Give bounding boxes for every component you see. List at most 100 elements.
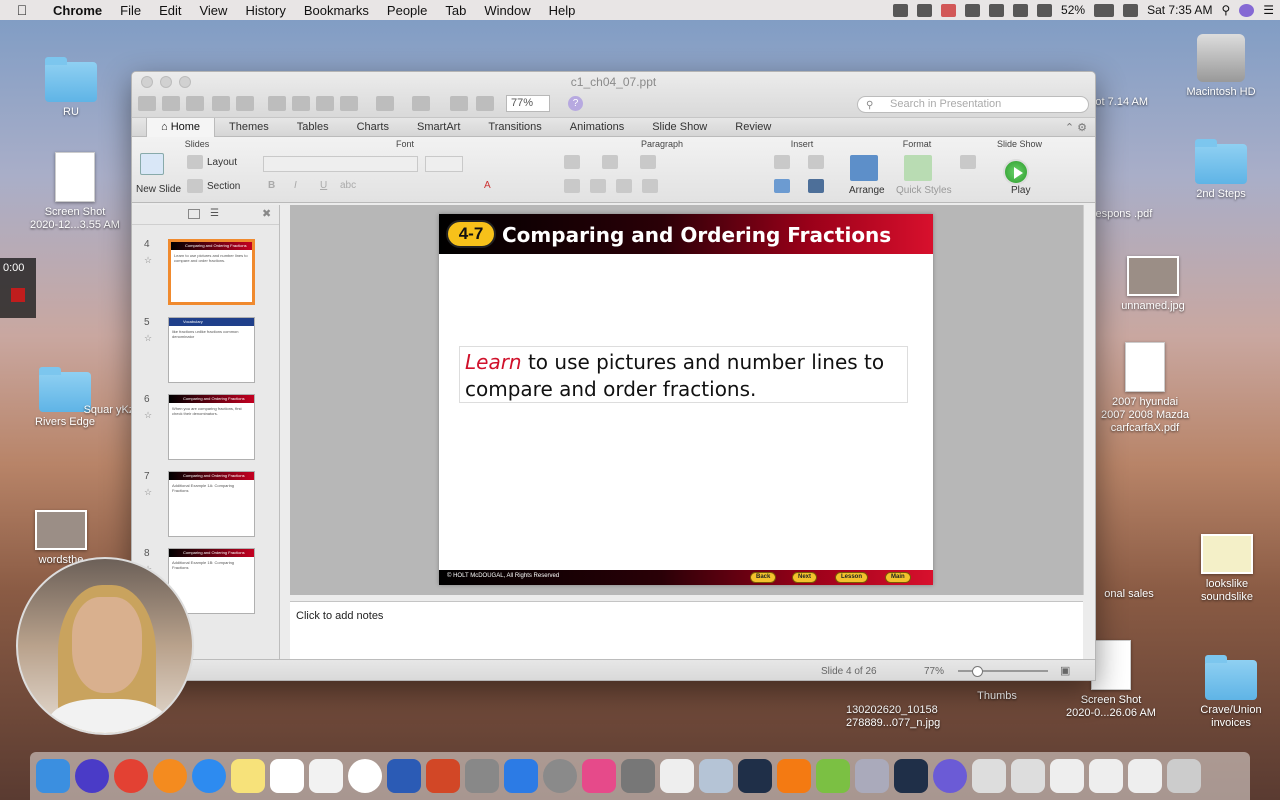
paste-icon[interactable] [316, 96, 334, 111]
templates-icon[interactable] [162, 96, 180, 111]
help-icon[interactable]: ? [568, 96, 583, 111]
zoom-select[interactable]: 77% [506, 95, 550, 112]
new-icon[interactable] [138, 96, 156, 111]
apple-icon[interactable]:  [0, 2, 44, 18]
preview-icon[interactable] [855, 759, 889, 793]
disk-utility-icon[interactable] [699, 759, 733, 793]
utilities-icon[interactable] [465, 759, 499, 793]
play-icon[interactable] [1003, 159, 1029, 185]
menu-people[interactable]: People [378, 3, 436, 18]
close-panel-icon[interactable]: ✖ [262, 207, 271, 220]
fit-window-icon[interactable]: ▣ [1060, 664, 1070, 677]
printer-icon[interactable] [989, 3, 1005, 17]
screen-recorder-icon[interactable] [738, 759, 772, 793]
arrange-button[interactable]: Arrange [849, 185, 885, 196]
vertical-scrollbar[interactable] [1083, 205, 1095, 595]
calendar-icon[interactable] [270, 759, 304, 793]
current-slide[interactable]: 4-7 Comparing and Ordering Fractions Lea… [439, 214, 933, 585]
gear-icon[interactable] [893, 3, 909, 17]
tab-review[interactable]: Review [721, 118, 785, 137]
undo-icon[interactable] [376, 96, 394, 111]
menu-edit[interactable]: Edit [150, 3, 190, 18]
tab-themes[interactable]: Themes [215, 118, 283, 137]
shape-icon[interactable] [808, 155, 824, 169]
indent-icon[interactable] [640, 155, 656, 169]
gear-icon[interactable] [933, 759, 967, 793]
tab-smartart[interactable]: SmartArt [403, 118, 474, 137]
system-preferences-icon[interactable] [621, 759, 655, 793]
bold-icon[interactable]: B [268, 180, 275, 191]
menu-history[interactable]: History [236, 3, 294, 18]
recording-indicator[interactable]: 0:00 [0, 258, 36, 318]
layout-icon[interactable] [187, 155, 203, 169]
photos-icon[interactable] [348, 759, 382, 793]
redo-icon[interactable] [412, 96, 430, 111]
section-button[interactable]: Section [207, 181, 240, 192]
desktop-icon[interactable]: Macintosh HD [1176, 34, 1266, 99]
sidebar-icon[interactable] [476, 96, 494, 111]
fill-icon[interactable] [960, 155, 976, 169]
font-color-icon[interactable]: A [484, 180, 491, 191]
print-icon[interactable] [236, 96, 254, 111]
desktop-icon[interactable]: 2nd Steps [1176, 139, 1266, 201]
recent-window-icon[interactable] [1050, 759, 1084, 793]
siri-icon[interactable] [75, 759, 109, 793]
strikethrough-icon[interactable]: abc [340, 180, 356, 191]
siri-icon[interactable] [1239, 3, 1255, 17]
slide-title[interactable]: Comparing and Ordering Fractions [502, 223, 891, 247]
launchpad-icon[interactable] [543, 759, 577, 793]
recent-window-icon[interactable] [1128, 759, 1162, 793]
menu-window[interactable]: Window [475, 3, 539, 18]
desktop-icon[interactable]: Thumbs [952, 690, 1042, 703]
slide-editor[interactable]: 4-7 Comparing and Ordering Fractions Lea… [290, 205, 1083, 595]
documents-icon[interactable] [1011, 759, 1045, 793]
quick-styles-button[interactable]: Quick Styles [896, 185, 952, 196]
powerpoint-icon[interactable] [426, 759, 460, 793]
battery-icon[interactable] [1094, 3, 1115, 17]
close-icon[interactable] [941, 3, 957, 17]
desktop-icon[interactable]: onal sales [1084, 588, 1174, 601]
cut-icon[interactable] [268, 96, 286, 111]
desktop-icon[interactable]: Crave/Union invoices [1186, 655, 1276, 730]
align-right-icon[interactable] [616, 179, 632, 193]
save-icon[interactable] [212, 96, 230, 111]
back-button[interactable]: Back [750, 572, 777, 583]
tab-tables[interactable]: Tables [283, 118, 343, 137]
flag-icon[interactable] [1123, 3, 1139, 17]
recent-window-icon[interactable] [1089, 759, 1123, 793]
safari-icon[interactable] [192, 759, 226, 793]
downloads-icon[interactable] [972, 759, 1006, 793]
tab-animations[interactable]: Animations [556, 118, 638, 137]
open-icon[interactable] [186, 96, 204, 111]
timer-icon[interactable] [965, 3, 981, 17]
font-family-select[interactable] [263, 156, 418, 172]
title-bar[interactable]: c1_ch04_07.ppt 77% ? ⚲ Search in Presenta… [132, 72, 1095, 118]
next-button[interactable]: Next [792, 572, 818, 583]
media-icon[interactable] [808, 179, 824, 193]
clock[interactable]: Sat 7:35 AM [1147, 3, 1212, 17]
reminders-icon[interactable] [309, 759, 343, 793]
music-icon[interactable] [582, 759, 616, 793]
tab-transitions[interactable]: Transitions [474, 118, 555, 137]
desktop-icon[interactable]: lookslike soundslike [1182, 534, 1272, 604]
format-painter-icon[interactable] [340, 96, 358, 111]
arrange-icon[interactable] [850, 155, 878, 181]
pages-icon[interactable] [504, 759, 538, 793]
search-input[interactable]: ⚲ Search in Presentation [857, 96, 1089, 113]
menu-tab[interactable]: Tab [436, 3, 475, 18]
new-slide-button[interactable]: New Slide [136, 184, 181, 195]
justify-icon[interactable] [642, 179, 658, 193]
airplay-icon[interactable] [1013, 3, 1029, 17]
desktop-icon[interactable]: RU [26, 57, 116, 119]
lesson-button[interactable]: Lesson [835, 572, 869, 583]
align-left-icon[interactable] [564, 179, 580, 193]
menu-view[interactable]: View [190, 3, 236, 18]
desktop-icon[interactable]: Screen Shot 2020-12...3.55 AM [30, 152, 120, 232]
play-button[interactable]: Play [1011, 185, 1030, 196]
screen-recorder-icon[interactable] [894, 759, 928, 793]
menu-file[interactable]: File [111, 3, 150, 18]
section-icon[interactable] [187, 179, 203, 193]
align-center-icon[interactable] [590, 179, 606, 193]
dropbox-icon[interactable] [917, 3, 933, 17]
numbering-icon[interactable] [602, 155, 618, 169]
